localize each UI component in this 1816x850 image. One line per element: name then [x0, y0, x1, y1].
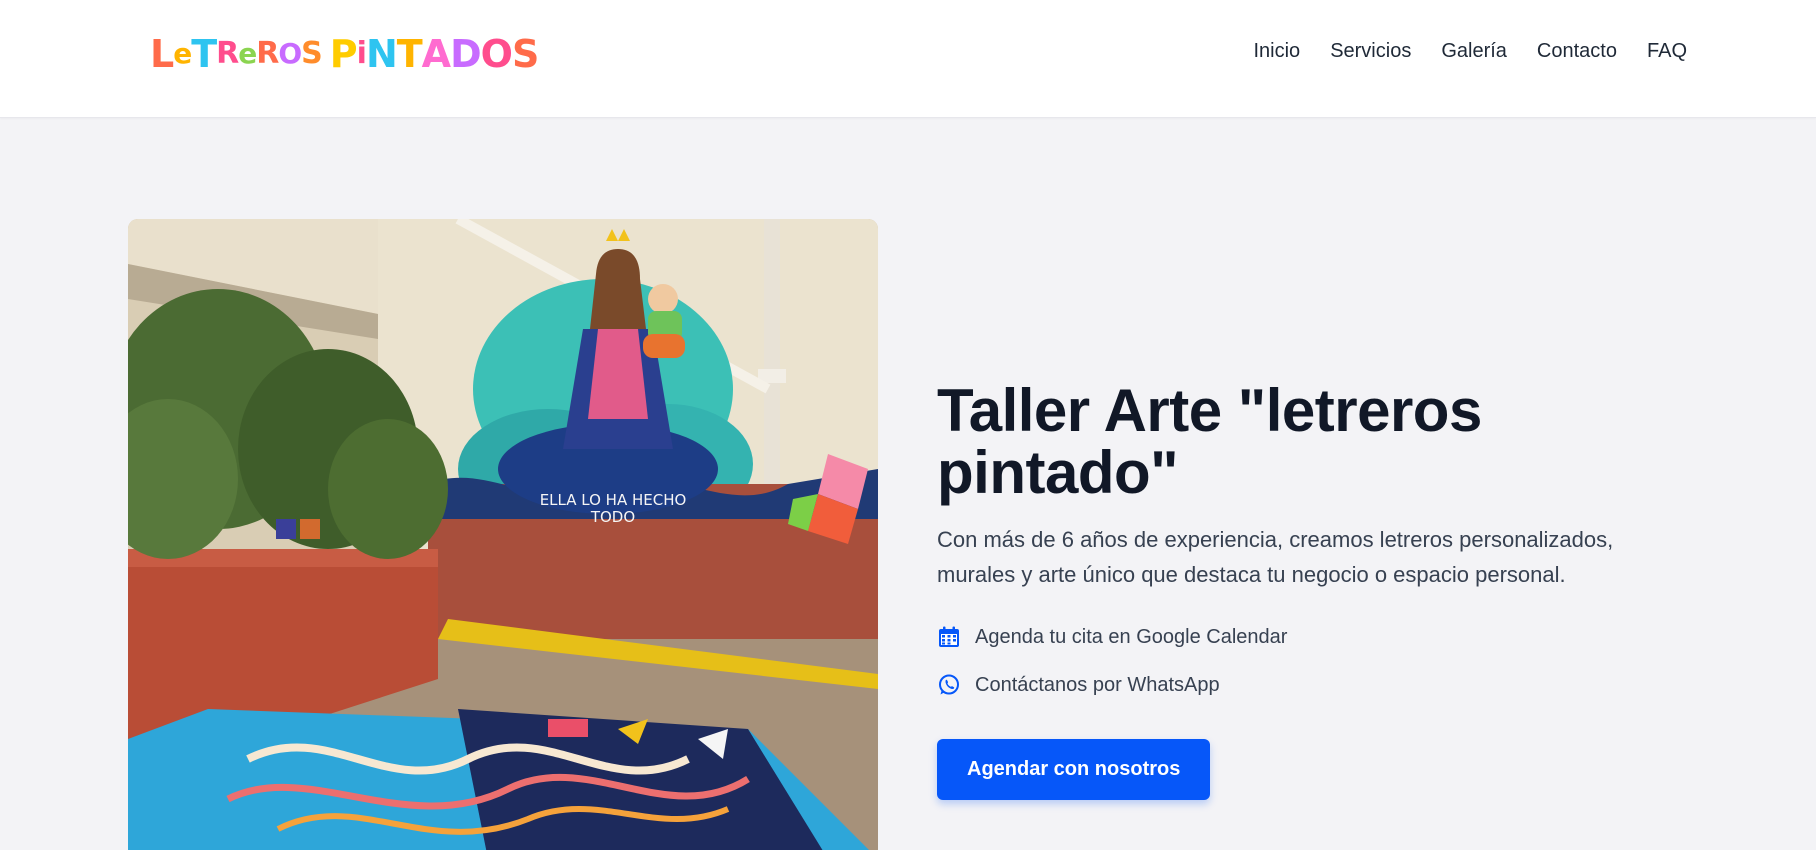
- feature-calendar-text: Agenda tu cita en Google Calendar: [975, 625, 1288, 648]
- nav-link-servicios[interactable]: Servicios: [1330, 40, 1411, 63]
- whatsapp-icon: [937, 673, 961, 697]
- nav-link-galeria[interactable]: Galería: [1441, 40, 1507, 63]
- mural-illustration: ELLA LO HA HECHO TODO: [128, 219, 878, 850]
- hero-subtitle: Con más de 6 años de experiencia, creamo…: [937, 527, 1614, 587]
- feature-calendar[interactable]: Agenda tu cita en Google Calendar: [937, 625, 1697, 649]
- site-header: L e T R e R O S P i N T A D O S Inicio S…: [0, 0, 1816, 118]
- feature-whatsapp-text: Contáctanos por WhatsApp: [975, 673, 1220, 696]
- nav-link-inicio[interactable]: Inicio: [1253, 40, 1300, 63]
- calendar-icon: [937, 625, 961, 649]
- schedule-button[interactable]: Agendar con nosotros: [937, 739, 1211, 800]
- hero-mural-photo: ELLA LO HA HECHO TODO: [128, 219, 878, 850]
- nav-link-faq[interactable]: FAQ: [1647, 40, 1687, 63]
- mural-caption: ELLA LO HA HECHO: [540, 491, 687, 509]
- feature-whatsapp[interactable]: Contáctanos por WhatsApp: [937, 673, 1697, 697]
- main-nav: Inicio Servicios Galería Contacto FAQ: [1223, 40, 1687, 63]
- site-logo[interactable]: L e T R e R O S P i N T A D O S: [150, 30, 539, 78]
- page-title: Taller Arte "letreros pintado": [937, 377, 1482, 506]
- hero-content: Taller Arte "letreros pintado" Con más d…: [937, 380, 1697, 800]
- svg-text:TODO: TODO: [590, 508, 635, 526]
- nav-link-contacto[interactable]: Contacto: [1537, 40, 1617, 63]
